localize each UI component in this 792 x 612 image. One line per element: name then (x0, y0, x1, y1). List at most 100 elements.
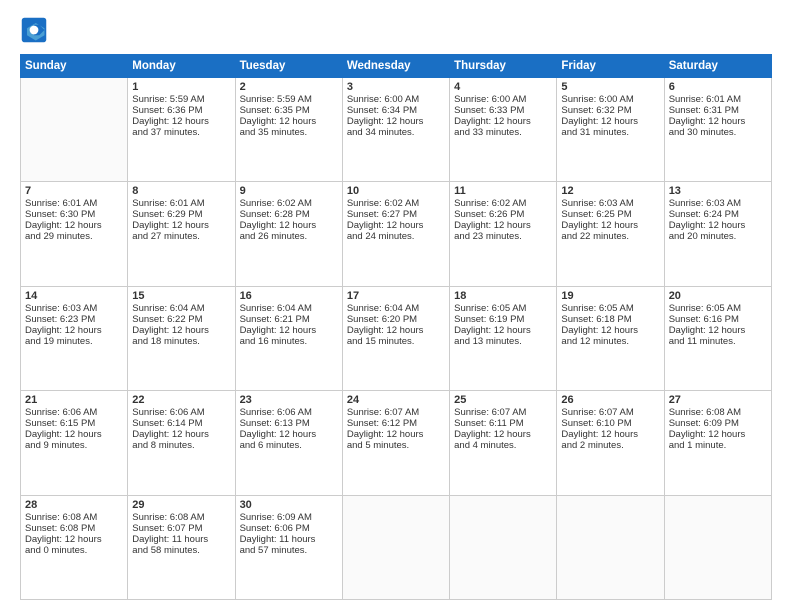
day-info: and 24 minutes. (347, 231, 445, 242)
day-info: Sunset: 6:29 PM (132, 209, 230, 220)
day-info: Sunrise: 6:02 AM (240, 198, 338, 209)
day-number: 22 (132, 394, 230, 406)
day-info: and 30 minutes. (669, 127, 767, 138)
day-number: 1 (132, 81, 230, 93)
day-info: Sunset: 6:14 PM (132, 418, 230, 429)
day-number: 25 (454, 394, 552, 406)
calendar-cell (664, 495, 771, 599)
day-number: 13 (669, 185, 767, 197)
day-number: 17 (347, 290, 445, 302)
day-info: Daylight: 11 hours (240, 534, 338, 545)
day-info: Sunset: 6:28 PM (240, 209, 338, 220)
day-info: Sunset: 6:19 PM (454, 314, 552, 325)
day-info: Daylight: 12 hours (132, 325, 230, 336)
day-info: Daylight: 12 hours (347, 220, 445, 231)
day-info: Sunrise: 5:59 AM (240, 94, 338, 105)
day-info: and 20 minutes. (669, 231, 767, 242)
day-info: Daylight: 12 hours (132, 429, 230, 440)
day-info: and 0 minutes. (25, 545, 123, 556)
day-info: Daylight: 12 hours (669, 325, 767, 336)
day-info: Sunset: 6:35 PM (240, 105, 338, 116)
calendar-cell: 16Sunrise: 6:04 AMSunset: 6:21 PMDayligh… (235, 286, 342, 390)
day-number: 29 (132, 499, 230, 511)
day-number: 30 (240, 499, 338, 511)
day-info: Sunset: 6:10 PM (561, 418, 659, 429)
day-number: 28 (25, 499, 123, 511)
calendar-cell: 25Sunrise: 6:07 AMSunset: 6:11 PMDayligh… (450, 391, 557, 495)
day-info: Sunrise: 5:59 AM (132, 94, 230, 105)
day-info: Sunrise: 6:07 AM (347, 407, 445, 418)
day-info: Sunrise: 6:08 AM (25, 512, 123, 523)
calendar-cell: 18Sunrise: 6:05 AMSunset: 6:19 PMDayligh… (450, 286, 557, 390)
calendar-cell: 24Sunrise: 6:07 AMSunset: 6:12 PMDayligh… (342, 391, 449, 495)
day-info: and 12 minutes. (561, 336, 659, 347)
day-number: 6 (669, 81, 767, 93)
day-info: Sunrise: 6:00 AM (561, 94, 659, 105)
day-number: 11 (454, 185, 552, 197)
day-info: Daylight: 12 hours (454, 429, 552, 440)
day-info: Sunset: 6:24 PM (669, 209, 767, 220)
day-info: and 37 minutes. (132, 127, 230, 138)
day-info: Sunrise: 6:04 AM (240, 303, 338, 314)
calendar-cell: 11Sunrise: 6:02 AMSunset: 6:26 PMDayligh… (450, 182, 557, 286)
day-info: Sunset: 6:07 PM (132, 523, 230, 534)
day-info: Sunrise: 6:07 AM (454, 407, 552, 418)
calendar-cell: 19Sunrise: 6:05 AMSunset: 6:18 PMDayligh… (557, 286, 664, 390)
day-info: Sunrise: 6:08 AM (669, 407, 767, 418)
day-info: and 35 minutes. (240, 127, 338, 138)
day-info: Sunrise: 6:04 AM (347, 303, 445, 314)
day-info: Sunset: 6:21 PM (240, 314, 338, 325)
calendar-cell: 20Sunrise: 6:05 AMSunset: 6:16 PMDayligh… (664, 286, 771, 390)
day-info: Sunset: 6:31 PM (669, 105, 767, 116)
day-info: Sunrise: 6:04 AM (132, 303, 230, 314)
day-number: 5 (561, 81, 659, 93)
day-info: and 2 minutes. (561, 440, 659, 451)
calendar-cell: 17Sunrise: 6:04 AMSunset: 6:20 PMDayligh… (342, 286, 449, 390)
day-info: Daylight: 12 hours (454, 116, 552, 127)
calendar-header-saturday: Saturday (664, 55, 771, 78)
day-info: and 31 minutes. (561, 127, 659, 138)
day-info: Sunset: 6:33 PM (454, 105, 552, 116)
calendar-header-friday: Friday (557, 55, 664, 78)
day-info: Sunset: 6:27 PM (347, 209, 445, 220)
day-info: and 58 minutes. (132, 545, 230, 556)
logo (20, 16, 52, 44)
day-info: Sunset: 6:08 PM (25, 523, 123, 534)
day-info: Sunset: 6:26 PM (454, 209, 552, 220)
day-info: Daylight: 12 hours (25, 534, 123, 545)
day-info: Sunrise: 6:02 AM (454, 198, 552, 209)
calendar-cell: 13Sunrise: 6:03 AMSunset: 6:24 PMDayligh… (664, 182, 771, 286)
calendar-cell (21, 78, 128, 182)
day-number: 23 (240, 394, 338, 406)
calendar-cell: 26Sunrise: 6:07 AMSunset: 6:10 PMDayligh… (557, 391, 664, 495)
calendar-header-sunday: Sunday (21, 55, 128, 78)
day-info: Sunrise: 6:00 AM (347, 94, 445, 105)
day-info: Daylight: 12 hours (669, 429, 767, 440)
day-info: and 29 minutes. (25, 231, 123, 242)
calendar-cell: 23Sunrise: 6:06 AMSunset: 6:13 PMDayligh… (235, 391, 342, 495)
day-number: 21 (25, 394, 123, 406)
day-info: Sunrise: 6:03 AM (669, 198, 767, 209)
day-number: 10 (347, 185, 445, 197)
calendar-cell: 14Sunrise: 6:03 AMSunset: 6:23 PMDayligh… (21, 286, 128, 390)
day-info: Sunrise: 6:07 AM (561, 407, 659, 418)
day-info: Daylight: 12 hours (240, 116, 338, 127)
day-info: Sunrise: 6:06 AM (240, 407, 338, 418)
calendar-header-tuesday: Tuesday (235, 55, 342, 78)
day-info: and 13 minutes. (454, 336, 552, 347)
day-info: Sunrise: 6:09 AM (240, 512, 338, 523)
day-info: Daylight: 12 hours (561, 116, 659, 127)
calendar-week-1: 7Sunrise: 6:01 AMSunset: 6:30 PMDaylight… (21, 182, 772, 286)
calendar-header-row: SundayMondayTuesdayWednesdayThursdayFrid… (21, 55, 772, 78)
day-info: Sunset: 6:18 PM (561, 314, 659, 325)
day-info: and 16 minutes. (240, 336, 338, 347)
calendar-table: SundayMondayTuesdayWednesdayThursdayFrid… (20, 54, 772, 600)
day-number: 8 (132, 185, 230, 197)
day-info: Daylight: 12 hours (25, 220, 123, 231)
day-info: and 26 minutes. (240, 231, 338, 242)
day-info: Sunset: 6:36 PM (132, 105, 230, 116)
header (20, 16, 772, 44)
calendar-week-2: 14Sunrise: 6:03 AMSunset: 6:23 PMDayligh… (21, 286, 772, 390)
day-info: Sunset: 6:12 PM (347, 418, 445, 429)
day-info: Daylight: 12 hours (669, 116, 767, 127)
